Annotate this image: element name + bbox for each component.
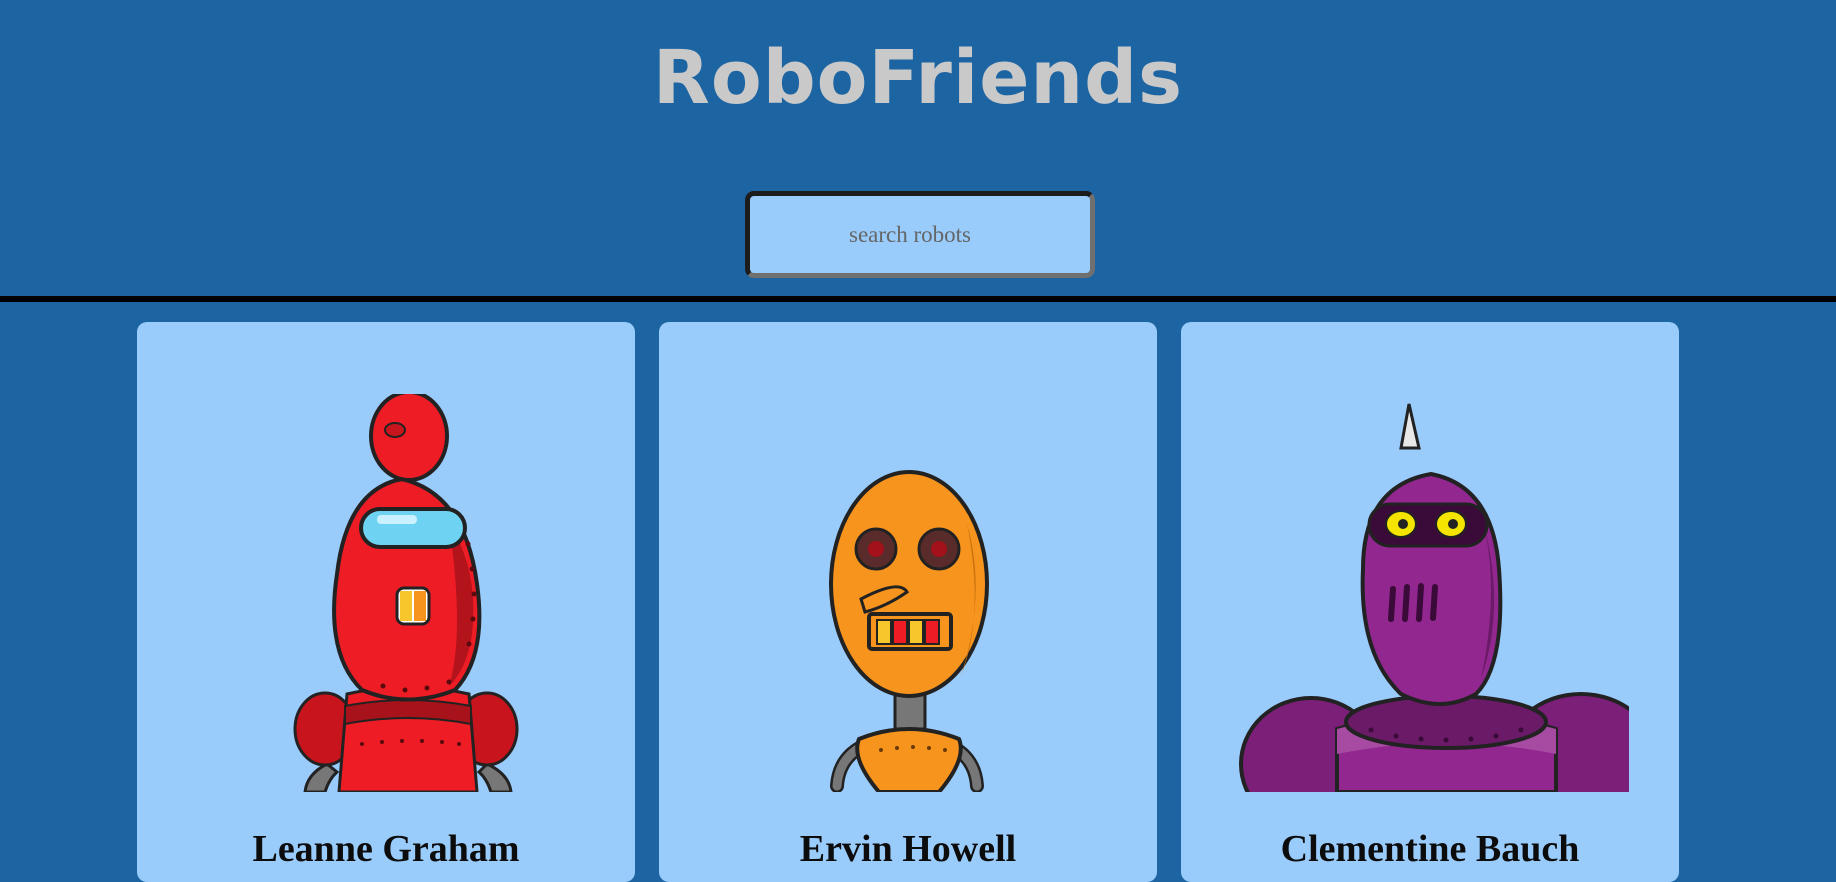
search-box <box>745 191 1095 278</box>
robot-avatar-image <box>293 394 519 792</box>
header: RoboFriends <box>0 0 1836 302</box>
robot-card[interactable]: Ervin Howell <box>659 322 1157 882</box>
robot-avatar-image <box>1239 403 1629 792</box>
robot-name: Ervin Howell <box>799 828 1017 870</box>
robot-card[interactable]: Leanne Graham <box>137 322 635 882</box>
robot-card[interactable]: Clementine Bauch <box>1181 322 1679 882</box>
page-title: RoboFriends <box>652 35 1184 121</box>
card-list: Leanne Graham Ervin Howell Clementine Ba… <box>137 322 1737 882</box>
robot-name: Leanne Graham <box>252 828 520 870</box>
robot-avatar-image <box>829 470 989 792</box>
robot-name: Clementine Bauch <box>1280 828 1580 870</box>
search-input[interactable] <box>745 191 1095 278</box>
